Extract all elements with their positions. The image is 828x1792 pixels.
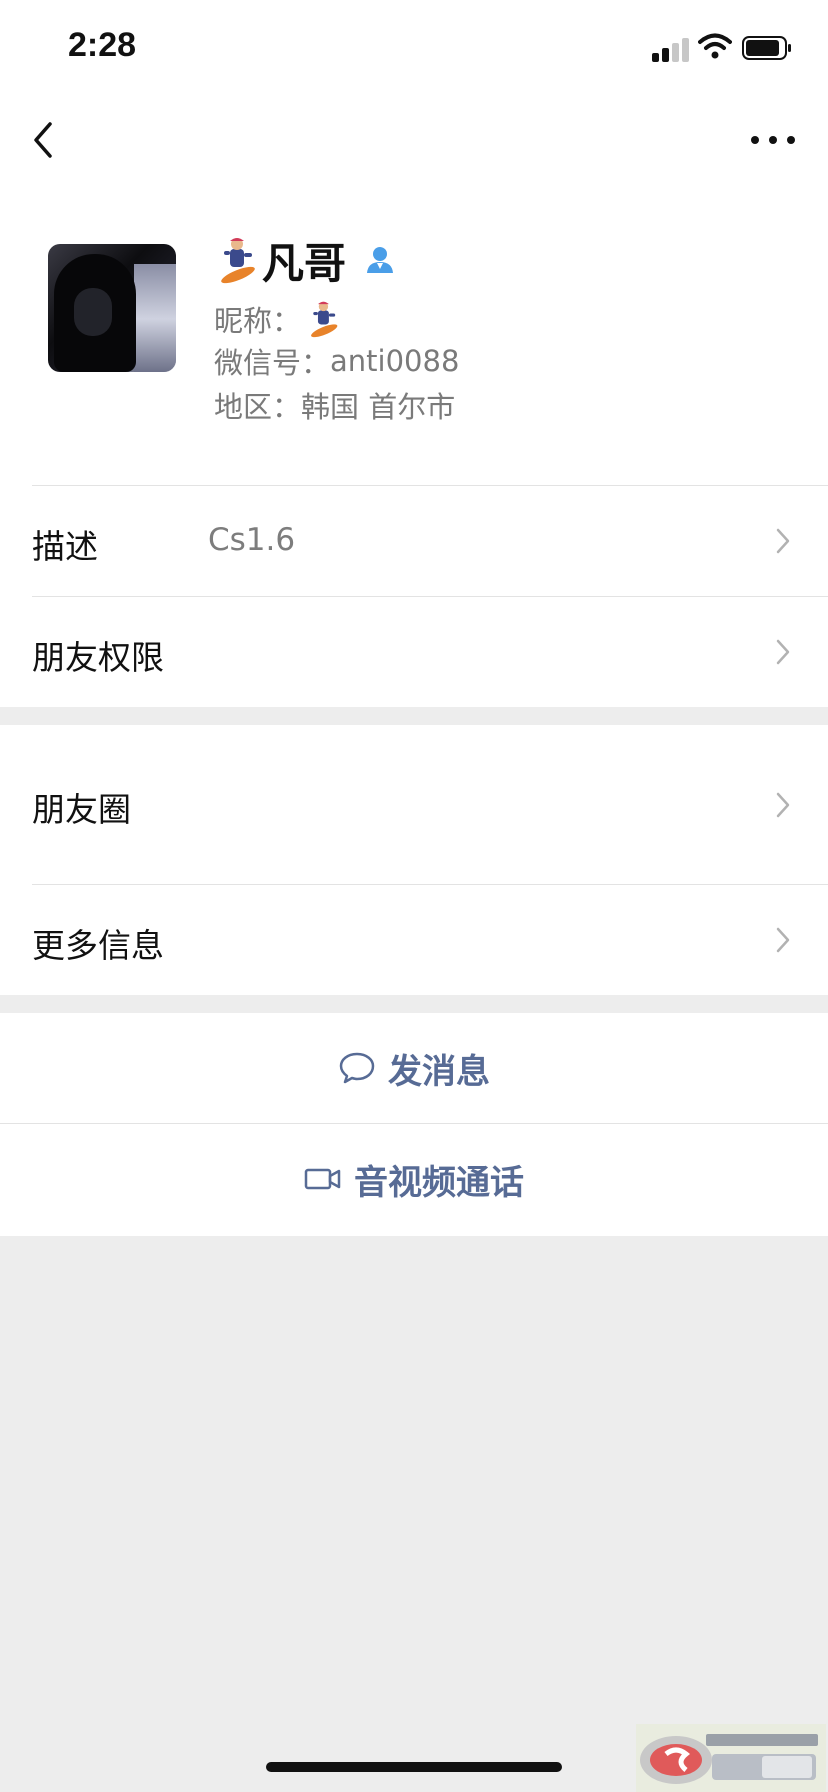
description-value: Cs1.6 xyxy=(208,522,296,558)
region-label: 地区： xyxy=(214,390,302,424)
snowboarder-emoji-icon xyxy=(311,301,338,338)
region-value: 韩国 首尔市 xyxy=(301,390,456,424)
more-info-row[interactable]: 更多信息 xyxy=(0,885,828,995)
watermark-logo xyxy=(636,1724,826,1792)
moments-row[interactable]: 朋友圈 xyxy=(0,725,828,885)
wechat-id-line: 微信号： anti0088 xyxy=(214,340,459,382)
moments-label: 朋友圈 xyxy=(32,790,131,829)
wechat-id-value: anti0088 xyxy=(330,344,460,378)
name-row: 凡哥 xyxy=(216,232,396,288)
nickname-line: 昵称： xyxy=(214,298,343,340)
section-gap xyxy=(0,995,828,1013)
send-message-label: 发消息 xyxy=(388,1051,490,1092)
friend-permissions-row[interactable]: 朋友权限 xyxy=(0,597,828,707)
snowboarder-emoji-icon xyxy=(221,238,255,284)
wifi-icon xyxy=(698,33,732,59)
friend-permissions-label: 朋友权限 xyxy=(32,638,164,677)
region-line: 地区： 韩国 首尔市 xyxy=(214,384,455,426)
avatar[interactable] xyxy=(48,244,176,372)
chat-bubble-icon xyxy=(339,1052,375,1084)
cellular-signal-icon xyxy=(652,36,690,62)
send-message-button[interactable]: 发消息 xyxy=(0,1013,828,1123)
wechat-id-label: 微信号： xyxy=(214,346,331,380)
chevron-right-icon xyxy=(776,639,790,665)
nickname-label: 昵称： xyxy=(214,304,302,338)
more-info-label: 更多信息 xyxy=(32,926,164,965)
display-name: 凡哥 xyxy=(262,238,347,288)
video-call-button[interactable]: 音视频通话 xyxy=(0,1124,828,1234)
status-time: 2:28 xyxy=(68,26,137,64)
description-row[interactable]: 描述 Cs1.6 xyxy=(0,486,828,596)
section-gap xyxy=(0,707,828,725)
battery-icon xyxy=(742,36,791,60)
contact-person-icon xyxy=(367,247,394,273)
chevron-right-icon xyxy=(776,528,790,554)
more-options-icon[interactable] xyxy=(748,130,798,150)
video-call-label: 音视频通话 xyxy=(354,1162,524,1203)
chevron-right-icon xyxy=(776,927,790,953)
description-label: 描述 xyxy=(32,527,98,566)
nav-bar xyxy=(0,100,828,180)
home-indicator xyxy=(266,1762,562,1772)
status-bar: 2:28 xyxy=(0,0,828,100)
video-camera-icon xyxy=(304,1168,341,1190)
profile-header: 凡哥 昵称： 微信号： anti0088 地区： 韩国 首尔市 xyxy=(0,180,828,486)
back-arrow-icon[interactable] xyxy=(26,118,66,162)
chevron-right-icon xyxy=(776,792,790,818)
